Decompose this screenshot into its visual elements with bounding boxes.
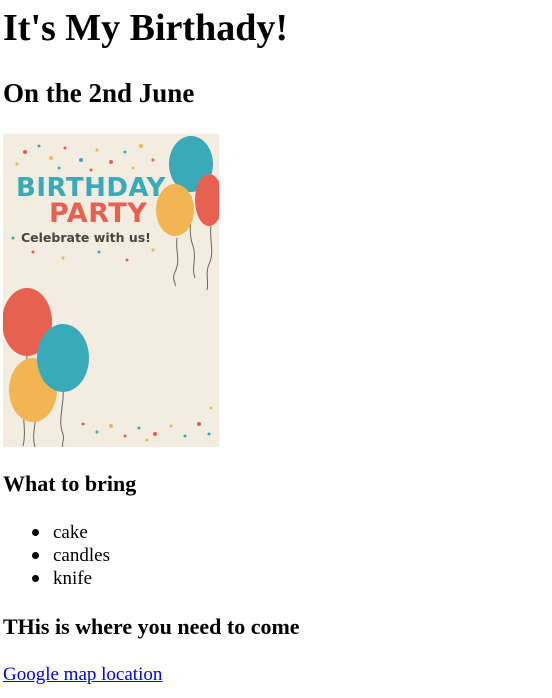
bullet-icon — [32, 529, 39, 536]
location-heading: THis is where you need to come — [3, 614, 300, 639]
list-item: knife — [3, 567, 110, 590]
date-heading: On the 2nd June — [3, 78, 195, 108]
flyer-line-celebrate: Celebrate with us! — [21, 230, 151, 245]
list-item: candles — [3, 544, 110, 567]
what-to-bring-heading: What to bring — [3, 471, 137, 496]
birthday-party-flyer-image: BIRTHDAY PARTY Celebrate with us! — [3, 134, 219, 447]
bring-list: cake candles knife — [3, 521, 110, 590]
list-item-label: candles — [53, 545, 110, 566]
page-title: It's My Birthady! — [3, 7, 288, 49]
flyer-line-party: PARTY — [49, 198, 147, 229]
bullet-icon — [32, 575, 39, 582]
list-item: cake — [3, 521, 110, 544]
list-item-label: knife — [53, 568, 93, 589]
bullet-icon — [32, 552, 39, 559]
list-item-label: cake — [53, 522, 88, 543]
google-map-link[interactable]: Google map location — [3, 663, 162, 687]
